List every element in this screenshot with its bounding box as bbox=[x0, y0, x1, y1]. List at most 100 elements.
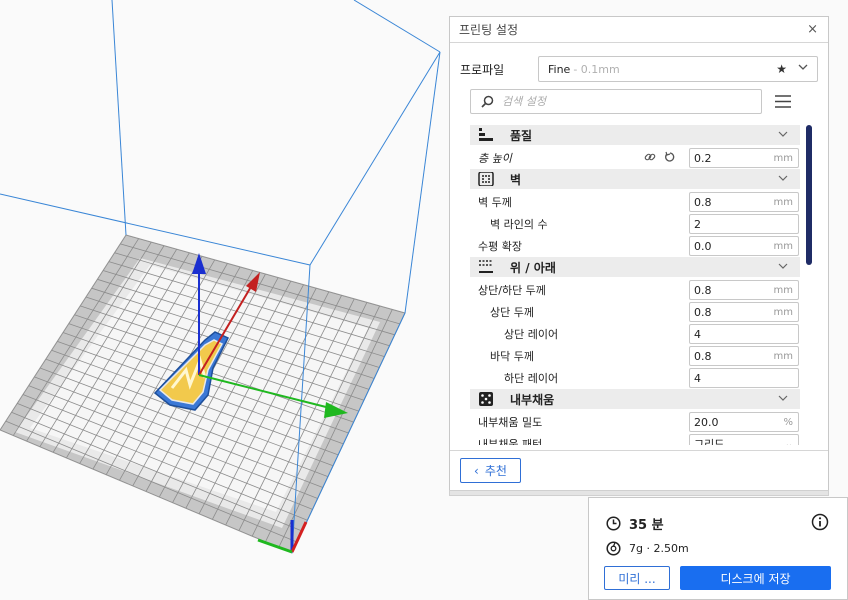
setting-label: 상단 두께 bbox=[490, 306, 534, 319]
horizontal-expansion-field[interactable]: 0.0 mm bbox=[689, 236, 799, 256]
material-usage: 7g · 2.50m bbox=[629, 542, 689, 555]
wall-line-count-field[interactable]: 2 bbox=[689, 214, 799, 234]
category-quality[interactable]: 품질 bbox=[470, 125, 800, 145]
setting-infill-density: 내부채움 밀도 20.0 % bbox=[470, 411, 800, 433]
setting-label: 내부채움 패턴 bbox=[478, 438, 543, 445]
chevron-down-icon bbox=[778, 395, 788, 401]
field-unit: mm bbox=[773, 284, 793, 296]
field-value: 4 bbox=[694, 327, 701, 341]
star-icon[interactable]: ★ bbox=[776, 62, 787, 76]
setting-label: 상단/하단 두께 bbox=[478, 284, 546, 297]
setting-label: 상단 레이어 bbox=[504, 328, 559, 341]
category-infill[interactable]: 내부채움 bbox=[470, 389, 800, 409]
search-box[interactable] bbox=[470, 89, 762, 114]
setting-label: 내부채움 밀도 bbox=[478, 416, 543, 429]
recommend-button[interactable]: ‹ 추천 bbox=[460, 458, 521, 483]
wall-icon bbox=[478, 172, 494, 186]
setting-label: 층 높이 bbox=[478, 152, 512, 165]
field-value: 0.8 bbox=[694, 305, 712, 319]
field-value: 0.8 bbox=[694, 195, 712, 209]
chevron-left-icon: ‹ bbox=[474, 463, 479, 478]
category-label: 품질 bbox=[510, 128, 533, 143]
setting-wall-thickness: 벽 두께 0.8 mm bbox=[470, 191, 800, 213]
field-value: 그리드 bbox=[694, 438, 725, 445]
field-value: 0.2 bbox=[694, 151, 712, 165]
topbottom-icon bbox=[479, 260, 493, 273]
search-input[interactable] bbox=[502, 95, 742, 108]
category-label: 내부채움 bbox=[510, 392, 555, 407]
setting-bottom-thickness: 바닥 두께 0.8 mm bbox=[470, 345, 800, 367]
close-icon[interactable]: × bbox=[807, 22, 818, 37]
layer-height-field[interactable]: 0.2 mm bbox=[689, 148, 799, 168]
field-value: 0.0 bbox=[694, 239, 712, 253]
field-value: 0.8 bbox=[694, 349, 712, 363]
setting-top-thickness: 상단 두께 0.8 mm bbox=[470, 301, 800, 323]
output-panel: 35 분 7g · 2.50m 미리 ... 디스크에 저장 bbox=[588, 497, 848, 600]
search-icon bbox=[481, 95, 494, 108]
filament-icon bbox=[606, 541, 621, 556]
setting-bottom-layers: 하단 레이어 4 bbox=[470, 367, 800, 389]
setting-label: 벽 두께 bbox=[478, 196, 512, 209]
field-unit: mm bbox=[773, 240, 793, 252]
category-top-bottom[interactable]: 위 / 아래 bbox=[470, 257, 800, 277]
profile-label: 프로파일 bbox=[460, 62, 505, 77]
panel-footer: ‹ 추천 bbox=[450, 450, 828, 494]
link-icon[interactable] bbox=[644, 151, 656, 163]
profile-row: 프로파일 Fine - 0.1mm ★ bbox=[460, 56, 818, 82]
field-unit: mm bbox=[773, 350, 793, 362]
setting-label: 수평 확장 bbox=[478, 240, 522, 253]
field-value: 20.0 bbox=[694, 415, 719, 429]
wall-thickness-field[interactable]: 0.8 mm bbox=[689, 192, 799, 212]
field-unit: mm bbox=[773, 196, 793, 208]
menu-icon[interactable] bbox=[775, 95, 791, 108]
panel-title: 프린팅 설정 bbox=[459, 23, 519, 37]
infill-icon bbox=[479, 392, 493, 406]
top-thickness-field[interactable]: 0.8 mm bbox=[689, 302, 799, 322]
save-to-disk-button[interactable]: 디스크에 저장 bbox=[680, 566, 831, 590]
chevron-down-icon bbox=[778, 175, 788, 181]
setting-label: 하단 레이어 bbox=[504, 372, 559, 385]
chevron-down-icon bbox=[778, 131, 788, 137]
field-unit: % bbox=[783, 416, 793, 428]
print-time: 35 분 bbox=[629, 518, 664, 533]
setting-wall-line-count: 벽 라인의 수 2 bbox=[470, 213, 800, 235]
category-walls[interactable]: 벽 bbox=[470, 169, 800, 189]
profile-select[interactable]: Fine - 0.1mm ★ bbox=[538, 56, 818, 82]
setting-top-layers: 상단 레이어 4 bbox=[470, 323, 800, 345]
settings-scrollbar[interactable] bbox=[806, 125, 812, 265]
profile-detail: - 0.1mm bbox=[573, 62, 620, 76]
setting-infill-pattern: 내부채움 패턴 그리드 ⌄ bbox=[470, 433, 800, 445]
field-unit: mm bbox=[773, 306, 793, 318]
chevron-down-icon bbox=[778, 263, 788, 269]
field-value: 0.8 bbox=[694, 283, 712, 297]
info-icon[interactable] bbox=[811, 513, 829, 531]
recommend-label: 추천 bbox=[484, 464, 507, 478]
profile-name: Fine bbox=[548, 62, 571, 76]
material-row: 7g · 2.50m bbox=[606, 541, 689, 556]
chevron-down-icon bbox=[798, 64, 808, 70]
setting-layer-height: 층 높이 0.2 mm bbox=[470, 147, 800, 169]
panel-resize-handle[interactable] bbox=[449, 490, 829, 496]
field-value: 2 bbox=[694, 217, 701, 231]
reset-icon[interactable] bbox=[664, 151, 676, 163]
chevron-down-icon: ⌄ bbox=[784, 438, 793, 446]
category-label: 벽 bbox=[510, 172, 522, 187]
infill-pattern-select[interactable]: 그리드 ⌄ bbox=[689, 434, 799, 445]
settings-list[interactable]: 품질 층 높이 0.2 mm 벽 벽 두께 0.8 mm 벽 라인의 수 2 수… bbox=[470, 125, 800, 445]
field-value: 4 bbox=[694, 371, 701, 385]
clock-icon bbox=[606, 516, 621, 531]
infill-density-field[interactable]: 20.0 % bbox=[689, 412, 799, 432]
top-layers-field[interactable]: 4 bbox=[689, 324, 799, 344]
setting-label: 벽 라인의 수 bbox=[490, 218, 548, 231]
bottom-layers-field[interactable]: 4 bbox=[689, 368, 799, 388]
top-bottom-thickness-field[interactable]: 0.8 mm bbox=[689, 280, 799, 300]
quality-icon bbox=[479, 128, 493, 141]
print-time-row: 35 분 bbox=[606, 514, 664, 533]
category-label: 위 / 아래 bbox=[510, 260, 556, 275]
setting-label: 바닥 두께 bbox=[490, 350, 534, 363]
preview-button[interactable]: 미리 ... bbox=[604, 566, 670, 590]
panel-header: 프린팅 설정 × bbox=[450, 17, 828, 43]
field-unit: mm bbox=[773, 152, 793, 164]
bottom-thickness-field[interactable]: 0.8 mm bbox=[689, 346, 799, 366]
setting-horizontal-expansion: 수평 확장 0.0 mm bbox=[470, 235, 800, 257]
